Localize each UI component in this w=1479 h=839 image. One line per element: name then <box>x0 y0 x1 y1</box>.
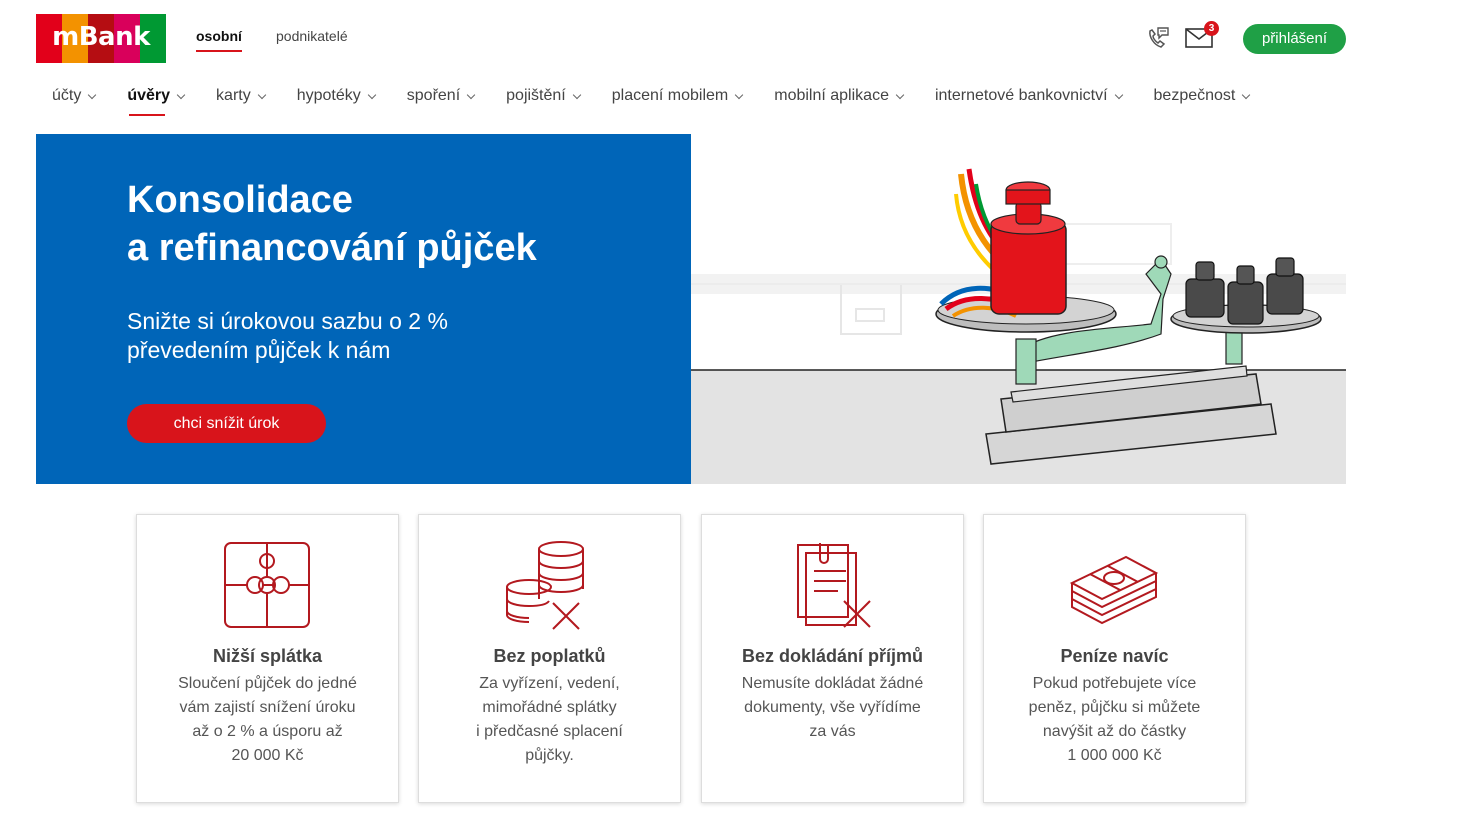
login-button[interactable]: přihlášení <box>1243 24 1346 54</box>
chevron-down-icon <box>734 90 744 99</box>
nav-ucty[interactable]: účty <box>36 87 111 105</box>
feature-card-bez-poplatku: Bez poplatků Za vyřízení, vedení, mimořád… <box>418 514 681 803</box>
chevron-down-icon <box>257 90 266 99</box>
chevron-down-icon <box>466 90 476 99</box>
feature-description: Sloučení půjček do jedné vám zajistí sníž… <box>178 675 357 764</box>
nav-mobilni-aplikace[interactable]: mobilní aplikace <box>758 87 919 105</box>
feature-description: Pokud potřebujete více peněz, půjčku si m… <box>1028 675 1201 764</box>
money-stack-icon <box>1069 555 1159 625</box>
nav-hypoteky[interactable]: hypotéky <box>281 87 391 105</box>
feature-title: Bez dokládání příjmů <box>741 646 924 666</box>
feature-title: Peníze navíc <box>1060 646 1169 666</box>
nav-placeni-mobilem[interactable]: placení mobilem <box>596 87 759 105</box>
hero-subtitle-line2: převedením půjček k nám <box>127 337 391 363</box>
logo-text: mBank <box>52 22 150 52</box>
hero-title: Konsolidace a refinancování půjček <box>127 176 537 272</box>
feature-card-nizsi-splatka: Nižší splátka Sloučení půjček do jedné vá… <box>136 514 399 803</box>
segment-podnikatele[interactable]: podnikatelé <box>276 28 348 44</box>
main-nav: účty úvěry karty hypotéky spoření pojišt… <box>36 84 1266 116</box>
documents-cross-icon <box>797 543 871 628</box>
nav-karty[interactable]: karty <box>200 87 281 105</box>
hero-title-line1: Konsolidace <box>127 179 353 221</box>
chevron-down-icon <box>1242 90 1251 99</box>
chevron-down-icon <box>88 90 97 99</box>
hero-subtitle-line1: Snižte si úrokovou sazbu o 2 % <box>127 308 448 334</box>
feature-title: Bez poplatků <box>493 646 606 666</box>
mbank-logo[interactable]: mBank <box>36 14 166 63</box>
chevron-down-icon <box>895 90 905 99</box>
nav-internetove-bankovnictvi[interactable]: internetové bankovnictví <box>919 87 1138 105</box>
hero-subtitle: Snižte si úrokovou sazbu o 2 % převedení… <box>127 307 448 365</box>
chevron-down-icon <box>1114 90 1123 99</box>
nav-pojisteni[interactable]: pojištění <box>490 87 596 105</box>
feature-card-bez-dokladani-prijmu: Bez dokládání příjmů Nemusíte dokládat ž… <box>701 514 964 803</box>
coins-cross-icon <box>506 541 584 630</box>
segment-osobni[interactable]: osobní <box>196 28 242 52</box>
mail-badge: 3 <box>1204 21 1219 36</box>
chevron-down-icon <box>367 90 377 99</box>
nav-sporeni[interactable]: spoření <box>391 87 490 105</box>
chevron-down-icon <box>572 90 581 99</box>
chevron-down-icon <box>176 90 186 99</box>
feature-description: Nemusíte dokládat žádné dokumenty, vše vy… <box>741 675 924 740</box>
puzzle-icon <box>224 542 310 628</box>
feature-title: Nižší splátka <box>212 646 323 666</box>
hero-banner: Konsolidace a refinancování půjček Snižt… <box>36 134 691 484</box>
nav-uvery[interactable]: úvěry <box>111 87 200 116</box>
scale-illustration <box>691 134 1346 484</box>
phone-chat-icon[interactable] <box>1145 25 1171 51</box>
nav-bezpecnost[interactable]: bezpečnost <box>1138 87 1266 105</box>
feature-card-penize-navic: Peníze navíc Pokud potřebujete více peněz… <box>983 514 1246 803</box>
feature-description: Za vyřízení, vedení, mimořádné splátky i p… <box>476 675 623 764</box>
cta-button[interactable]: chci snížit úrok <box>127 404 326 443</box>
hero-title-line2: a refinancování půjček <box>127 227 537 269</box>
